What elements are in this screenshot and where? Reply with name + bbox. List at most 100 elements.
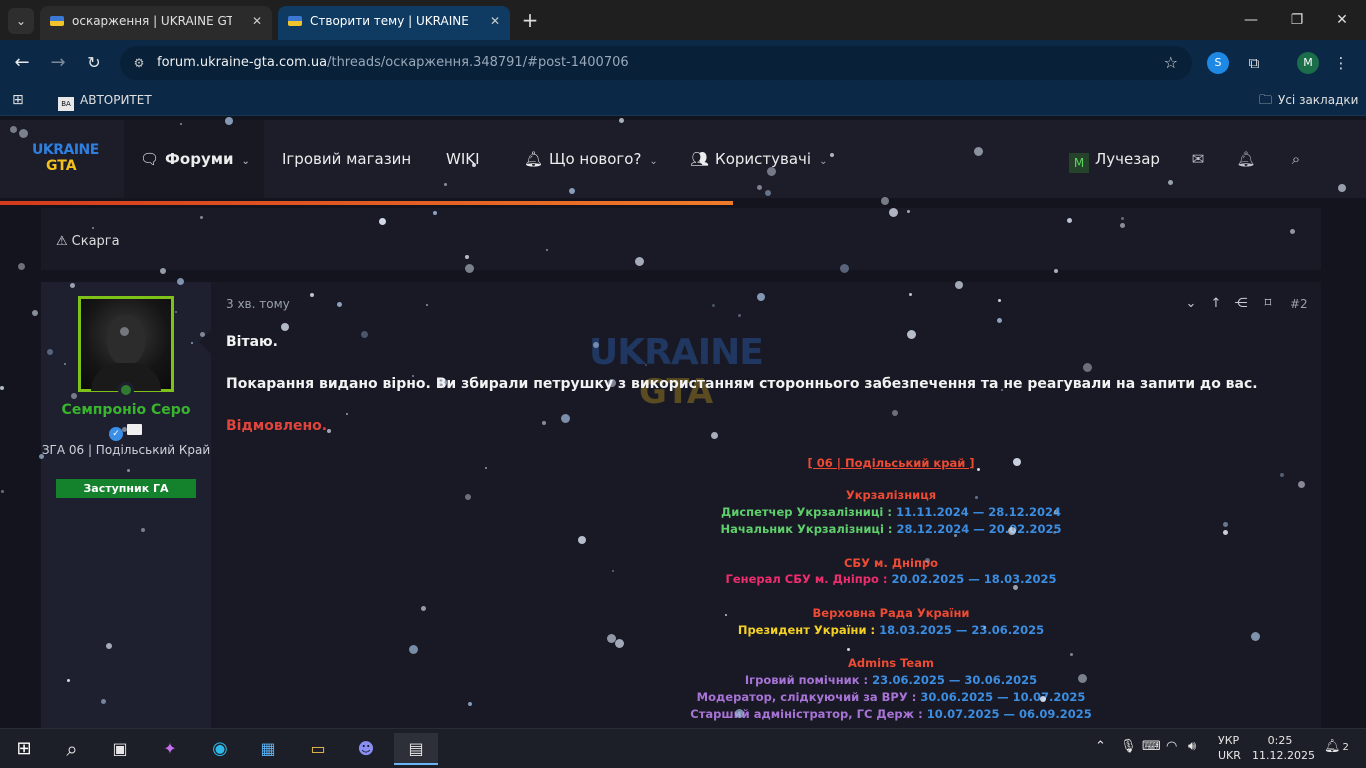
avatar[interactable] <box>78 296 174 392</box>
ukraine-gta-favicon <box>50 16 64 26</box>
snowflake <box>975 496 978 499</box>
report-link[interactable]: ⚠ Скарга <box>56 234 120 249</box>
keyboard-icon[interactable]: ⌨ <box>1142 739 1161 754</box>
tab-search-button[interactable]: ⌄ <box>8 8 34 34</box>
nav-shop[interactable]: Ігровий магазин <box>282 120 411 198</box>
extensions-puzzle-icon[interactable]: ⧉ <box>1243 52 1265 74</box>
role-dates: 18.03.2025 — 23.06.2025 <box>879 623 1045 637</box>
bookmark-star-icon[interactable]: ☆ <box>1164 46 1178 80</box>
alerts-bell-icon[interactable]: 🔔︎ <box>1236 149 1256 169</box>
site-info-icon[interactable]: ⚙ <box>130 54 148 72</box>
snowflake <box>64 363 66 365</box>
nav-wiki[interactable]: WIKI <box>446 120 480 198</box>
snowflake <box>1298 481 1305 488</box>
profile-avatar[interactable]: M <box>1297 52 1319 74</box>
wifi-icon[interactable]: ◠ <box>1166 739 1177 754</box>
snowflake <box>426 304 428 306</box>
notifications-button[interactable]: 🔔︎ 2 <box>1324 739 1349 754</box>
snowflake <box>977 468 980 471</box>
snowflake <box>92 227 94 229</box>
snowflake <box>19 129 28 138</box>
file-explorer-icon[interactable]: ▭ <box>302 733 334 765</box>
post-number[interactable]: #2 <box>1290 297 1308 311</box>
snowflake <box>757 293 765 301</box>
copilot-icon[interactable]: ✦ <box>154 733 186 765</box>
snowflake <box>1 490 4 493</box>
email-icon[interactable] <box>127 424 142 435</box>
chrome-window-icon[interactable]: ▤ <box>394 733 438 765</box>
snowflake <box>1121 217 1124 220</box>
discord-icon[interactable]: ☻ <box>350 733 382 765</box>
tab-create-thread[interactable]: Створити тему | UKRAINE GTA ✕ <box>278 6 510 40</box>
snowflake <box>160 268 166 274</box>
role-dates: 28.12.2024 — 20.02.2025 <box>896 522 1062 536</box>
volume-icon[interactable]: 🔊︎ <box>1188 739 1196 754</box>
logo-text-bottom: GTA <box>46 158 77 174</box>
reload-button[interactable]: ↻ <box>82 51 106 75</box>
close-icon[interactable]: ✕ <box>252 6 262 36</box>
chevron-down-icon[interactable]: ⌄ <box>819 156 827 167</box>
nav-users-label: Користувачі <box>715 150 812 168</box>
reaction-icon[interactable]: ⌄ <box>1182 296 1200 311</box>
bookmark-avtorytet[interactable]: BA АВТОРИТЕТ <box>58 86 152 114</box>
signature-role-line: Модератор, слідкуючий за ВРУ : 30.06.202… <box>441 690 1341 704</box>
snowflake <box>200 332 205 337</box>
apps-grid-icon[interactable]: ⊞ <box>12 86 24 114</box>
role-name: Президент України : <box>737 623 880 637</box>
bookmark-icon[interactable]: ⌑ <box>1259 296 1277 311</box>
nav-whats-new[interactable]: 🔔︎ Що нового? ⌄ <box>524 120 658 198</box>
input-language[interactable]: УКР UKR <box>1218 733 1241 763</box>
online-status-icon <box>118 382 134 398</box>
back-button[interactable]: ← <box>10 51 34 75</box>
tray-overflow-chevron-icon[interactable]: ⌃ <box>1095 739 1106 754</box>
search-icon[interactable]: ⌕ <box>1286 149 1306 169</box>
snowflake <box>412 375 414 377</box>
share-icon[interactable]: ⋲ <box>1232 296 1250 311</box>
task-view-icon[interactable]: ▣ <box>104 733 136 765</box>
shazam-extension-icon[interactable]: S <box>1207 52 1229 74</box>
address-bar[interactable]: ⚙ forum.ukraine-gta.com.ua/threads/оскар… <box>120 46 1192 80</box>
snowflake <box>200 216 203 219</box>
snowflake <box>361 331 368 338</box>
snowflake <box>1120 223 1125 228</box>
microsoft-store-icon[interactable]: ▦ <box>252 733 284 765</box>
restore-button[interactable]: ❐ <box>1282 8 1312 32</box>
post-body: Покарання видано вірно. Ви збирали петру… <box>226 376 1258 392</box>
windows-taskbar: ⊞ ⌕ ▣ ✦ ◉ ▦ ▭ ☻ ▤ ⌃ 🎙︎ ⌨ ◠ 🔊︎ УКР UKR 0:2… <box>0 728 1366 768</box>
inbox-icon[interactable]: ✉ <box>1188 149 1208 169</box>
post-author-name[interactable]: Семпроніо Серо <box>41 402 211 418</box>
snowflake <box>569 188 575 194</box>
tab-appeal[interactable]: оскарження | UKRAINE GTA - l ✕ <box>40 6 272 40</box>
snowflake <box>1338 184 1346 192</box>
system-clock[interactable]: 0:25 11.12.2025 <box>1252 733 1315 763</box>
nav-whats-new-label: Що нового? <box>549 150 642 168</box>
signature-server-link[interactable]: [ 06 | Подільський край ] <box>441 456 1341 470</box>
snowflake <box>433 211 437 215</box>
close-icon[interactable]: ✕ <box>490 6 500 36</box>
all-bookmarks-button[interactable]: 🗀 Усі закладки <box>1259 86 1358 115</box>
snowflake <box>542 421 546 425</box>
minimize-button[interactable]: — <box>1236 8 1266 32</box>
snowflake <box>889 208 898 217</box>
more-menu-icon[interactable]: ⋮ <box>1330 52 1352 74</box>
forward-button[interactable]: → <box>46 51 70 75</box>
new-tab-button[interactable]: + <box>518 8 542 32</box>
search-icon[interactable]: ⌕ <box>56 733 88 765</box>
logo-text-top: UKRAINE <box>32 142 99 158</box>
close-window-button[interactable]: ✕ <box>1327 8 1357 32</box>
ukraine-gta-logo[interactable]: UKRAINE GTA <box>32 142 99 178</box>
edge-browser-icon[interactable]: ◉ <box>204 733 236 765</box>
role-name: Ігровий помічник : <box>744 673 873 687</box>
microphone-icon[interactable]: 🎙︎ <box>1120 739 1137 754</box>
snowflake <box>998 299 1001 302</box>
nav-forums[interactable]: 🗨 Форуми ⌄ <box>124 120 264 198</box>
account-menu[interactable]: M Лучезар <box>1069 120 1160 198</box>
post-time[interactable]: 3 хв. тому <box>226 297 290 311</box>
snowflake <box>955 281 963 289</box>
upvote-arrow-icon[interactable]: ↑ <box>1207 296 1225 311</box>
start-windows-icon[interactable]: ⊞ <box>8 733 40 765</box>
snowflake <box>615 639 624 648</box>
chevron-down-icon[interactable]: ⌄ <box>242 156 250 167</box>
chevron-down-icon[interactable]: ⌄ <box>649 156 657 167</box>
snowflake <box>546 249 548 251</box>
